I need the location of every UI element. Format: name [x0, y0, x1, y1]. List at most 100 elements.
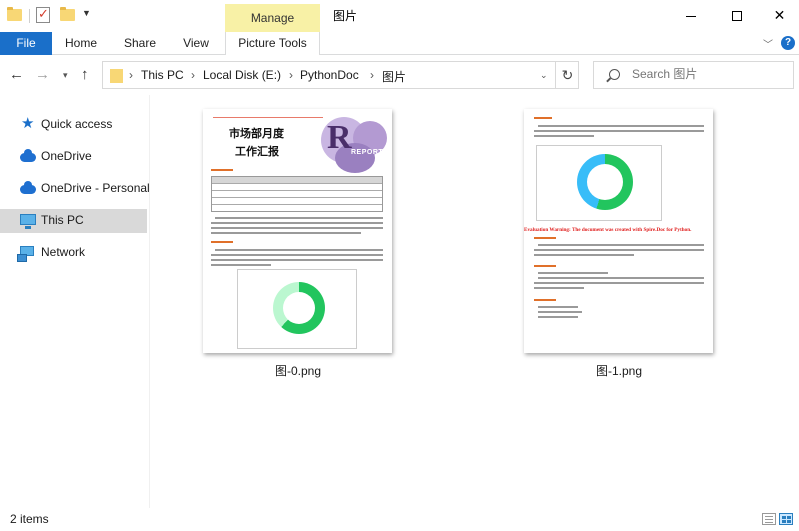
preview-donut-hole — [283, 292, 315, 324]
back-arrow-icon[interactable]: ← — [9, 66, 24, 83]
preview-text-line — [534, 287, 584, 289]
preview-heading — [211, 169, 233, 171]
close-icon: ✕ — [773, 7, 786, 23]
preview-text-line — [534, 130, 704, 132]
separator — [29, 9, 30, 23]
breadcrumb-chevron-icon[interactable]: › — [370, 68, 374, 82]
tab-view[interactable]: View — [180, 32, 212, 55]
sidebar-item-label: OneDrive - Personal — [41, 181, 150, 195]
sidebar-item-network[interactable]: Network — [0, 241, 147, 265]
ribbon-tabs: File Home Share View Picture Tools ﹀ ? — [0, 32, 799, 55]
preview-text-line — [538, 272, 608, 274]
preview-warning: Evaluation Warning: The document was cre… — [524, 227, 692, 233]
computer-icon — [20, 214, 36, 229]
refresh-icon[interactable]: ↻ — [555, 62, 579, 88]
preview-text-line — [538, 244, 704, 246]
preview-chart — [536, 145, 662, 221]
preview-table — [211, 176, 383, 212]
address-history-dropdown-icon[interactable]: ⌄ — [540, 70, 548, 81]
preview-text-line — [534, 282, 704, 284]
preview-table-row — [212, 184, 382, 191]
folder-icon[interactable] — [7, 7, 22, 21]
preview-text-line — [538, 125, 704, 127]
preview-heading — [534, 265, 556, 267]
file-thumbnail[interactable]: R REPORT 市场部月度 工作汇报 — [203, 109, 392, 353]
breadcrumb-this-pc[interactable]: This PC — [141, 68, 184, 82]
close-button[interactable]: ✕ — [760, 0, 799, 30]
tab-picture-tools[interactable]: Picture Tools — [225, 32, 320, 55]
preview-text-line — [211, 227, 383, 229]
address-bar[interactable]: › This PC › Local Disk (E:) › PythonDoc … — [102, 61, 579, 89]
search-input[interactable] — [632, 67, 787, 81]
preview-banner-letter: R — [327, 119, 352, 156]
help-icon[interactable]: ? — [781, 36, 795, 50]
network-icon — [17, 246, 34, 262]
preview-text-line — [534, 254, 634, 256]
customize-quick-access-icon[interactable]: ▼ — [82, 8, 91, 18]
tab-share[interactable]: Share — [120, 32, 160, 55]
minimize-button[interactable] — [668, 0, 714, 30]
tab-home[interactable]: Home — [60, 32, 102, 55]
forward-arrow-icon[interactable]: → — [35, 66, 50, 83]
address-row: ← → ▾ ↑ › This PC › Local Disk (E:) › Py… — [0, 55, 799, 95]
file-list[interactable]: R REPORT 市场部月度 工作汇报 图-0.png Evaluation W… — [151, 95, 799, 508]
file-name[interactable]: 图-1.png — [559, 362, 679, 379]
folder-icon — [110, 69, 123, 83]
preview-heading — [534, 237, 556, 239]
search-box[interactable] — [593, 61, 794, 89]
preview-heading — [534, 299, 556, 301]
cloud-icon — [20, 181, 36, 194]
breadcrumb-chevron-icon[interactable]: › — [289, 68, 293, 82]
minimize-icon — [686, 15, 696, 17]
window-title: 图片 — [333, 9, 358, 23]
breadcrumb-chevron-icon[interactable]: › — [191, 68, 195, 82]
preview-text-line — [211, 259, 383, 261]
tab-file[interactable]: File — [0, 32, 52, 55]
sidebar-item-label: Quick access — [41, 117, 113, 131]
file-name[interactable]: 图-0.png — [238, 362, 358, 379]
properties-icon[interactable] — [36, 6, 50, 23]
preview-table-row — [212, 191, 382, 198]
preview-text-line — [215, 249, 383, 251]
preview-text-line — [538, 316, 578, 318]
up-arrow-icon[interactable]: ↑ — [81, 66, 89, 83]
new-folder-icon[interactable] — [60, 7, 75, 21]
maximize-button[interactable] — [714, 0, 760, 30]
breadcrumb-pythondoc[interactable]: PythonDoc — [300, 68, 359, 82]
title-bar: ▼ Manage 图片 ✕ — [0, 0, 799, 32]
preview-text-line — [213, 117, 323, 118]
breadcrumb-local-disk[interactable]: Local Disk (E:) — [203, 68, 281, 82]
navigation-pane: ★ Quick access OneDrive OneDrive - Perso… — [0, 95, 150, 508]
preview-text-line — [211, 254, 383, 256]
breadcrumb-chevron-icon[interactable]: › — [129, 68, 133, 82]
manage-contextual-tab[interactable]: Manage — [225, 4, 320, 32]
preview-text-line — [538, 311, 582, 313]
maximize-icon — [732, 11, 742, 22]
recent-locations-icon[interactable]: ▾ — [63, 70, 68, 81]
preview-text-line — [211, 264, 271, 266]
cloud-icon — [20, 149, 36, 162]
sidebar-item-onedrive-personal[interactable]: OneDrive - Personal — [0, 177, 150, 201]
preview-text-line — [534, 135, 594, 137]
breadcrumb-current-folder[interactable]: 图片 — [382, 68, 406, 85]
preview-text-line — [538, 306, 578, 308]
preview-title: 市场部月度 — [229, 128, 284, 140]
sidebar-item-quick-access[interactable]: ★ Quick access — [0, 113, 147, 137]
sidebar-item-this-pc[interactable]: This PC — [0, 209, 147, 233]
preview-table-row — [212, 198, 382, 205]
preview-title: 工作汇报 — [235, 146, 279, 158]
preview-donut-hole — [587, 164, 623, 200]
preview-text-line — [534, 249, 704, 251]
preview-text-line — [211, 232, 361, 234]
large-icons-view-icon[interactable] — [779, 513, 793, 525]
preview-text-line — [211, 222, 383, 224]
chevron-down-icon[interactable]: ﹀ — [763, 36, 773, 51]
details-view-icon[interactable] — [762, 513, 776, 525]
sidebar-item-label: OneDrive — [41, 149, 92, 163]
sidebar-item-onedrive[interactable]: OneDrive — [0, 145, 147, 169]
item-count: 2 items — [10, 512, 49, 526]
search-icon — [609, 69, 620, 80]
sidebar-item-label: Network — [41, 245, 86, 259]
file-thumbnail[interactable]: Evaluation Warning: The document was cre… — [524, 109, 713, 353]
preview-chart — [237, 269, 357, 349]
